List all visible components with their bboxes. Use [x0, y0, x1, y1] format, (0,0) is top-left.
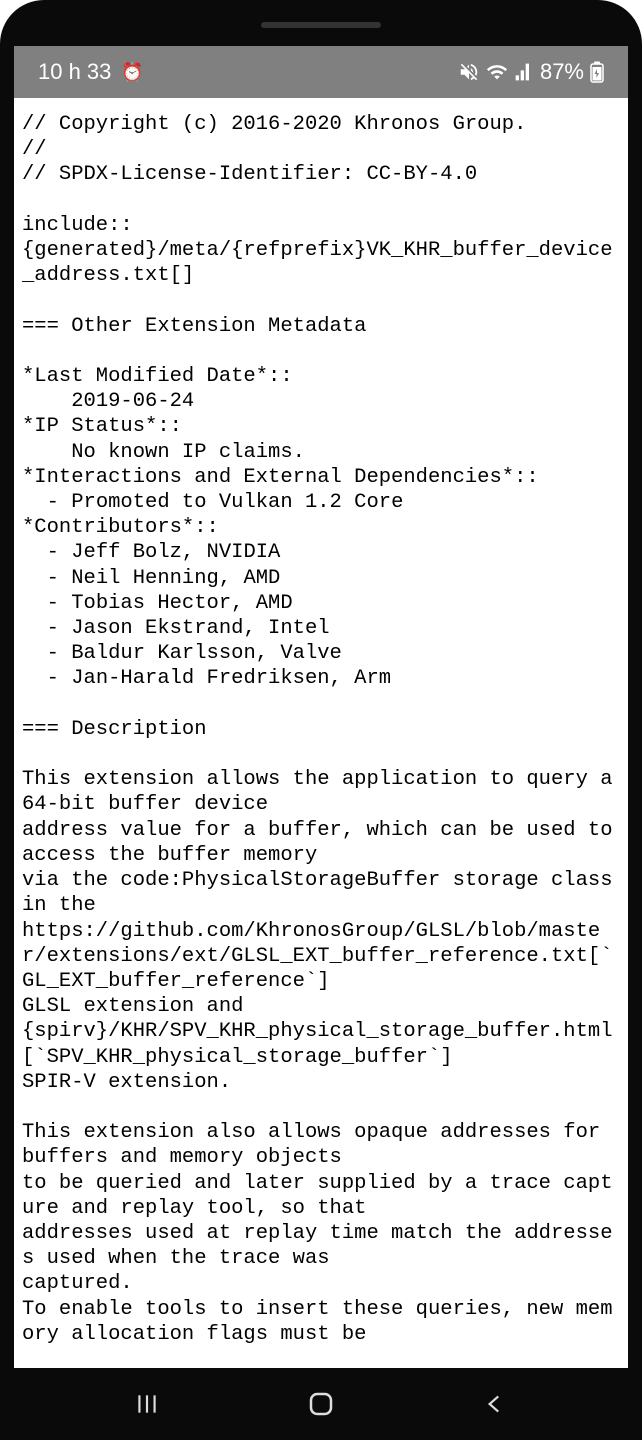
desc-text: https://github.com/KhronosGroup/GLSL/blo…: [22, 920, 613, 993]
contributor-item: - Neil Henning, AMD: [22, 567, 280, 590]
desc-text: addresses used at replay time match the …: [22, 1222, 613, 1270]
desc-text: captured.: [22, 1272, 133, 1295]
contributor-item: - Jan-Harald Fredriksen, Arm: [22, 667, 391, 690]
license-line: // SPDX-License-Identifier: CC-BY-4.0: [22, 163, 477, 186]
include-keyword: include::: [22, 214, 133, 237]
section-header-description: === Description: [22, 718, 207, 741]
battery-icon: [590, 61, 604, 83]
contributor-item: - Jason Ekstrand, Intel: [22, 617, 330, 640]
contributor-item: - Jeff Bolz, NVIDIA: [22, 541, 280, 564]
contributor-item: - Baldur Karlsson, Valve: [22, 642, 342, 665]
signal-icon: [514, 62, 534, 82]
desc-text: {spirv}/KHR/SPV_KHR_physical_storage_buf…: [22, 1020, 613, 1068]
desc-text: SPIR-V extension.: [22, 1071, 231, 1094]
back-button[interactable]: [465, 1384, 525, 1424]
interactions-value: - Promoted to Vulkan 1.2 Core: [22, 491, 403, 514]
wifi-icon: [486, 61, 508, 83]
last-modified-label: *Last Modified Date*::: [22, 365, 293, 388]
ip-status-value: No known IP claims.: [22, 441, 305, 464]
mute-icon: [458, 61, 480, 83]
section-header-metadata: === Other Extension Metadata: [22, 315, 366, 338]
desc-text: This extension allows the application to…: [22, 768, 625, 816]
include-path: {generated}/meta/{refprefix}VK_KHR_buffe…: [22, 239, 613, 287]
contributor-item: - Tobias Hector, AMD: [22, 592, 293, 615]
navigation-bar: [0, 1368, 642, 1440]
desc-text: to be queried and later supplied by a tr…: [22, 1172, 613, 1220]
desc-text: This extension also allows opaque addres…: [22, 1121, 613, 1169]
document-viewer[interactable]: // Copyright (c) 2016-2020 Khronos Group…: [14, 98, 628, 1368]
home-button[interactable]: [291, 1384, 351, 1424]
status-time: 10 h 33: [38, 59, 111, 85]
status-bar[interactable]: 10 h 33 ⏰ 87%: [14, 46, 628, 98]
phone-speaker: [261, 22, 381, 28]
contributors-label: *Contributors*::: [22, 516, 219, 539]
battery-percentage: 87%: [540, 59, 584, 85]
comment-line: //: [22, 138, 47, 161]
desc-text: To enable tools to insert these queries,…: [22, 1298, 613, 1346]
desc-text: address value for a buffer, which can be…: [22, 819, 625, 867]
desc-text: GLSL extension and: [22, 995, 243, 1018]
ip-status-label: *IP Status*::: [22, 415, 182, 438]
screen: 10 h 33 ⏰ 87% // Copyright (c) 2016-2020…: [14, 46, 628, 1368]
recent-apps-button[interactable]: [117, 1384, 177, 1424]
copyright-line: // Copyright (c) 2016-2020 Khronos Group…: [22, 113, 526, 136]
alarm-icon: ⏰: [121, 62, 143, 83]
interactions-label: *Interactions and External Dependencies*…: [22, 466, 539, 489]
status-left: 10 h 33 ⏰: [38, 59, 144, 85]
desc-text: via the code:PhysicalStorageBuffer stora…: [22, 869, 625, 917]
status-right: 87%: [458, 59, 604, 85]
last-modified-value: 2019-06-24: [22, 390, 194, 413]
